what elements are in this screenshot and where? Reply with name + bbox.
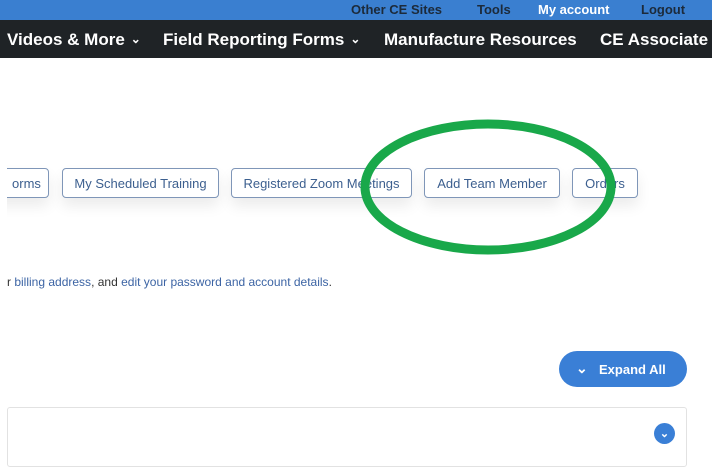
expand-all-label: Expand All [599,362,666,377]
info-suffix: . [328,275,332,289]
logout-link[interactable]: Logout [641,2,685,17]
utility-bar: Other CE Sites Tools My account Logout [0,0,712,20]
nav-item-ce-associate[interactable]: CE Associate [600,30,708,50]
main-navigation: Videos & More ⌄ Field Reporting Forms ⌄ Ma… [0,20,712,58]
nav-item-videos[interactable]: Videos & More ⌄ [7,30,141,50]
tools-link[interactable]: Tools [477,2,511,17]
nav-item-field-reporting[interactable]: Field Reporting Forms ⌄ [163,30,360,50]
accordion-toggle-chevron-down-icon[interactable]: ⌄ [654,423,675,444]
edit-password-link[interactable]: edit your password and account details [121,275,328,289]
nav-item-label: Manufacture Resources [384,30,577,49]
tab-registered-zoom-meetings[interactable]: Registered Zoom Meetings [231,168,412,198]
tab-my-scheduled-training[interactable]: My Scheduled Training [62,168,219,198]
accordion-panel [7,407,687,467]
tab-add-team-member[interactable]: Add Team Member [424,168,560,198]
left-edge [0,58,7,455]
nav-item-label: CE Associate [600,30,709,49]
nav-item-label: Field Reporting Forms [163,30,345,49]
expand-all-button[interactable]: ⌄ Expand All [559,351,687,387]
chevron-down-icon: ⌄ [350,32,361,46]
tab-forms[interactable]: orms [0,168,49,198]
nav-item-manufacture-resources[interactable]: Manufacture Resources [384,30,577,50]
nav-item-label: Videos & More [7,30,125,49]
my-account-link[interactable]: My account [538,2,610,17]
chevron-down-icon: ⌄ [576,360,588,376]
billing-address-link[interactable]: billing address [14,275,91,289]
other-ce-sites-link[interactable]: Other CE Sites [351,2,442,17]
info-middle: , and [91,275,122,289]
account-info-text: r billing address, and edit your passwor… [7,275,332,289]
tab-orders[interactable]: Orders [572,168,638,198]
chevron-down-icon: ⌄ [130,32,141,46]
